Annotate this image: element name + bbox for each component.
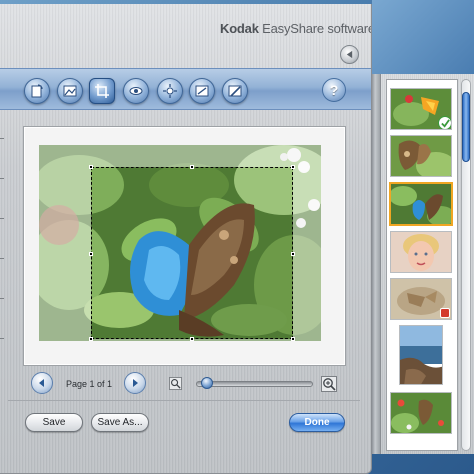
app-brand: Kodak EasyShare software [220,21,372,36]
brand-product: EasyShare software [258,21,372,36]
thumbnail-scrollbar[interactable] [461,79,471,451]
thumbnail[interactable] [390,135,452,177]
drawer-resize-handle[interactable] [372,74,380,454]
done-button[interactable]: Done [289,413,345,432]
crop-button[interactable] [89,78,115,104]
thumbnail-drawer [380,74,474,454]
zoom-in-icon[interactable] [321,376,337,392]
crop-handle[interactable] [190,337,194,341]
zoom-slider-knob[interactable] [201,377,214,389]
crop-handle[interactable] [291,252,295,256]
zoom-slider[interactable] [196,381,313,387]
thumbnail[interactable] [390,88,452,130]
easyshare-window: Kodak EasyShare software ? Page 1 of 1 S… [0,4,372,474]
crop-mask-top [91,145,293,167]
crop-icon [95,84,109,98]
back-button[interactable] [340,45,359,64]
arrow-left-icon [39,379,44,387]
crop-selection[interactable] [89,165,295,341]
thumb-butterfly-leaf [391,136,451,176]
ruler [0,124,10,374]
page-indicator: Page 1 of 1 [66,379,113,389]
divider [8,400,360,401]
help-button[interactable]: ? [322,78,346,102]
edit-toolbar: ? [0,68,371,110]
check-icon [438,116,451,129]
color-effects-button[interactable] [189,78,215,104]
thumbnail[interactable] [390,278,452,320]
crop-handle[interactable] [89,165,93,169]
page-navigation: Page 1 of 1 [23,368,346,400]
thumb-child-portrait [391,232,451,272]
red-badge-icon [440,308,450,318]
crop-handle[interactable] [291,337,295,341]
thumb-butterfly-flowers [391,393,451,433]
color-effects-icon [195,85,209,97]
thumbnail-selected[interactable] [389,182,453,226]
enhance-icon [163,84,177,98]
crop-handle[interactable] [89,337,93,341]
crop-handle[interactable] [89,252,93,256]
crop-handle[interactable] [291,165,295,169]
back-arrow-icon [346,50,353,59]
photo-canvas [23,126,346,366]
rotate-button[interactable] [24,78,50,104]
thumbnail[interactable] [399,325,443,385]
zoom-out-icon[interactable] [169,377,182,390]
next-page-button[interactable] [124,372,146,394]
red-eye-icon [63,85,77,97]
thumb-beach-rocks [400,326,442,384]
brand-kodak: Kodak [220,21,259,36]
red-eye-button[interactable] [57,78,83,104]
edit-button[interactable] [222,78,248,104]
eye-button[interactable] [123,78,149,104]
thumbnail[interactable] [390,231,452,273]
butterfly-photo[interactable] [39,145,321,341]
eye-icon [129,87,143,95]
rotate-icon [31,84,43,98]
save-button[interactable]: Save [25,413,83,432]
crop-handle[interactable] [190,165,194,169]
thumbnail[interactable] [390,392,452,434]
save-as-button[interactable]: Save As... [91,413,149,432]
thumb-butterfly-blue [391,184,451,224]
crop-mask-right [293,145,321,341]
arrow-right-icon [133,379,138,387]
scrollbar-thumb[interactable] [462,92,470,162]
desktop-background [372,0,474,74]
previous-page-button[interactable] [31,372,53,394]
crop-mask-left [39,145,91,341]
enhance-button[interactable] [157,78,183,104]
edit-icon [228,85,242,97]
help-icon: ? [329,82,339,98]
thumbnail-list [386,79,458,451]
